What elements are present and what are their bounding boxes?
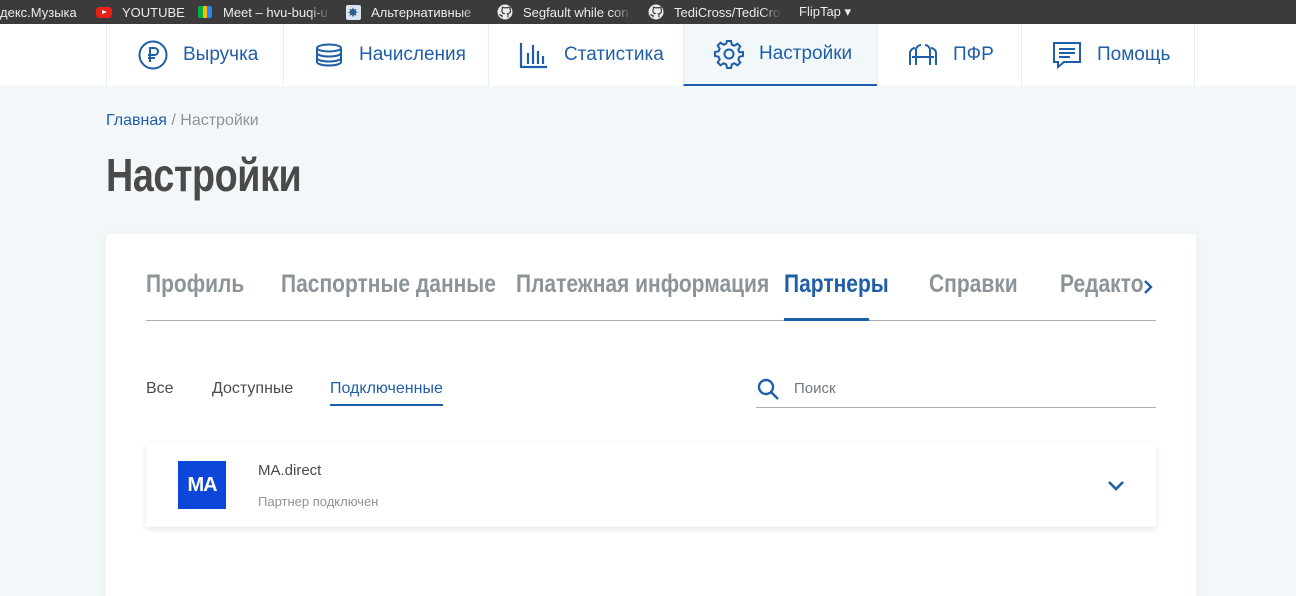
tab-profile[interactable]: Профиль — [146, 270, 244, 320]
bar-chart-icon — [518, 39, 550, 71]
tab-overflow-clip: Редакто — [1036, 260, 1146, 320]
bookmark-tedicross[interactable]: TediCross/TediCro — [648, 0, 799, 24]
bookmark-meet[interactable]: Meet – hvu-buqi-u — [197, 0, 345, 24]
breadcrumb-current: Настройки — [180, 112, 259, 129]
search-icon — [756, 377, 780, 401]
coins-icon — [313, 39, 345, 71]
bookmark-label: FlipTap ▾ — [799, 4, 852, 19]
bookmarks-bar: декс.Музыка YOUTUBE Meet – hvu-buqi-u ✸ … — [0, 0, 1296, 24]
pfr-logo-icon — [907, 39, 939, 71]
page-title: Настройки — [106, 149, 302, 201]
partner-status: Партнер подключен — [258, 494, 379, 509]
filter-available[interactable]: Доступные — [212, 380, 293, 398]
nav-item-accruals[interactable]: Начисления — [283, 24, 488, 86]
bookmark-label: TediCross/TediCro — [674, 4, 781, 20]
nav-divider — [1194, 24, 1195, 86]
gear-icon — [713, 38, 745, 70]
nav-item-label: Статистика — [564, 44, 664, 65]
nav-item-pfr[interactable]: ПФР — [877, 24, 1021, 86]
chevron-right-icon — [1144, 280, 1153, 294]
main-navigation: Выручка Начисления Статистика Настройки … — [0, 24, 1296, 86]
nav-item-statistics[interactable]: Статистика — [488, 24, 683, 86]
filter-connected[interactable]: Подключенные — [330, 380, 443, 406]
bookmark-folder-fliptap[interactable]: FlipTap ▾ — [799, 0, 879, 24]
chat-icon — [1051, 39, 1083, 71]
nav-item-label: Выручка — [183, 44, 259, 65]
github-icon — [497, 4, 513, 20]
github-icon — [648, 4, 664, 20]
tab-payment[interactable]: Платежная информация — [516, 270, 769, 320]
active-tab-underline — [784, 318, 869, 321]
bookmark-yandex-music[interactable]: декс.Музыка — [0, 0, 96, 24]
partner-name: MA.direct — [258, 462, 322, 479]
bookmark-label: Segfault while con — [523, 4, 629, 20]
youtube-icon — [96, 4, 112, 20]
partner-card[interactable]: MA MA.direct Партнер подключен — [146, 443, 1156, 527]
nav-item-revenue[interactable]: Выручка — [106, 24, 283, 86]
bookmark-label: Meet – hvu-buqi-u — [223, 4, 328, 20]
nav-item-label: Помощь — [1097, 44, 1171, 65]
tab-editor[interactable]: Редакто — [1060, 270, 1144, 320]
bookmark-youtube[interactable]: YOUTUBE — [96, 0, 197, 24]
partner-logo: MA — [178, 461, 226, 509]
breadcrumb-home-link[interactable]: Главная — [106, 112, 167, 129]
nav-item-settings[interactable]: Настройки — [683, 24, 877, 86]
google-meet-icon — [197, 4, 213, 20]
chevron-down-icon — [1108, 481, 1124, 491]
bookmark-label: Альтернативные — [371, 4, 472, 20]
tab-partners[interactable]: Партнеры — [784, 270, 889, 320]
ruble-icon — [137, 39, 169, 71]
tab-passport[interactable]: Паспортные данные — [281, 270, 496, 320]
breadcrumb-separator: / — [171, 112, 176, 129]
tab-certificates[interactable]: Справки — [929, 270, 1018, 320]
partner-expand-button[interactable] — [1104, 473, 1128, 497]
partner-search — [756, 370, 1156, 408]
settings-tabs: Профиль Паспортные данные Платежная инфо… — [146, 260, 1156, 321]
nav-item-label: Настройки — [759, 43, 853, 64]
tabs-scroll-right-button[interactable] — [1138, 275, 1158, 299]
bookmark-segfault[interactable]: Segfault while con — [497, 0, 648, 24]
bookmark-alternative[interactable]: ✸ Альтернативные — [345, 0, 497, 24]
breadcrumb: Главная / Настройки — [106, 112, 259, 130]
search-input[interactable] — [794, 380, 1134, 397]
bookmark-site-icon: ✸ — [345, 4, 361, 20]
bookmark-label: YOUTUBE — [122, 4, 185, 20]
nav-item-help[interactable]: Помощь — [1021, 24, 1194, 86]
nav-item-label: Начисления — [359, 44, 466, 65]
nav-item-label: ПФР — [953, 44, 994, 65]
filter-all[interactable]: Все — [146, 380, 174, 398]
bookmark-label: декс.Музыка — [0, 4, 77, 20]
